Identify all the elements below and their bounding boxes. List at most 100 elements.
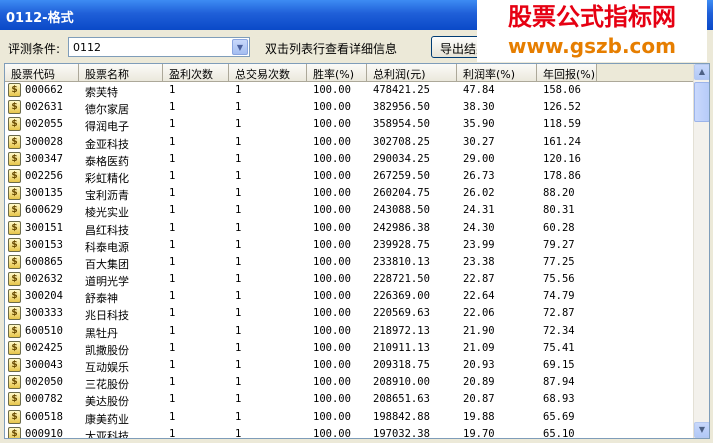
- cell-col-4: 100.00: [313, 255, 351, 268]
- column-header-5[interactable]: 总利润(元): [367, 64, 457, 81]
- table-row[interactable]: $002256 彩虹精化 1 1 100.00 267259.50 26.73 178.86: [5, 168, 695, 185]
- column-header-4[interactable]: 胜率(%): [307, 64, 367, 81]
- cell-col-0: 300153: [25, 238, 63, 251]
- table-row[interactable]: $300043 互动娱乐 1 1 100.00 209318.75 20.93 69.15: [5, 357, 695, 374]
- cell-col-7: 77.25: [543, 255, 575, 268]
- cell-col-1: 凯撒股份: [85, 343, 129, 357]
- chevron-down-icon[interactable]: ▼: [232, 39, 248, 55]
- table-row[interactable]: $000782 美达股份 1 1 100.00 208651.63 20.87 68.93: [5, 391, 695, 408]
- table-row[interactable]: $600510 黑牡丹 1 1 100.00 218972.13 21.90 72.34: [5, 323, 695, 340]
- cell-col-3: 1: [235, 324, 242, 337]
- table-row[interactable]: $002050 三花股份 1 1 100.00 208910.00 20.89 87.94: [5, 374, 695, 391]
- cell-col-7: 161.24: [543, 135, 581, 148]
- cell-col-0: 300151: [25, 221, 63, 234]
- cell-col-7: 79.27: [543, 238, 575, 251]
- results-table[interactable]: 股票代码 股票名称 盈利次数 总交易次数 胜率(%) 总利润(元) 利润率(%) 年回报(%)…: [4, 63, 710, 439]
- table-row[interactable]: $300347 泰格医药 1 1 100.00 290034.25 29.00 120.16: [5, 151, 695, 168]
- table-body: $000662 索芙特 1 1 100.00 478421.25 47.84 158.06 $0…: [5, 82, 695, 439]
- table-row[interactable]: $300204 舒泰神 1 1 100.00 226369.00 22.64 74.79: [5, 288, 695, 305]
- condition-label: 评测条件:: [8, 42, 61, 56]
- cell-col-2: 1: [169, 169, 176, 182]
- cell-col-2: 1: [169, 393, 176, 406]
- scroll-thumb[interactable]: [694, 82, 709, 122]
- column-header-6[interactable]: 利润率(%): [457, 64, 537, 81]
- dollar-icon: $: [8, 409, 21, 424]
- cell-col-3: 1: [235, 307, 242, 320]
- cell-col-5: 478421.25: [373, 84, 430, 96]
- table-row[interactable]: $300151 昌红科技 1 1 100.00 242986.38 24.30 60.28: [5, 220, 695, 237]
- cell-col-0: 300135: [25, 187, 63, 200]
- cell-col-5: 209318.75: [373, 359, 430, 371]
- cell-col-0: 000662: [25, 84, 63, 96]
- condition-select[interactable]: 0112 ▼: [68, 37, 250, 57]
- cell-col-1: 互动娱乐: [85, 361, 129, 374]
- table-row[interactable]: $600865 百大集团 1 1 100.00 233810.13 23.38 77.25: [5, 254, 695, 271]
- table-row[interactable]: $600629 棱光实业 1 1 100.00 243088.50 24.31 80.31: [5, 202, 695, 219]
- cell-col-0: 002055: [25, 118, 63, 131]
- cell-col-5: 242986.38: [373, 221, 430, 234]
- cell-col-6: 20.87: [463, 393, 495, 406]
- cell-col-6: 35.90: [463, 118, 495, 131]
- vertical-scrollbar[interactable]: ▲ ▼: [693, 64, 709, 438]
- table-row[interactable]: $002425 凯撒股份 1 1 100.00 210911.13 21.09 75.41: [5, 340, 695, 357]
- cell-col-1: 百大集团: [85, 257, 129, 271]
- cell-col-4: 100.00: [313, 290, 351, 303]
- cell-col-2: 1: [169, 273, 176, 286]
- cell-col-5: 302708.25: [373, 135, 430, 148]
- cell-col-1: 昌红科技: [85, 223, 129, 237]
- cell-col-1: 三花股份: [85, 378, 129, 392]
- table-row[interactable]: $600518 康美药业 1 1 100.00 198842.88 19.88 65.69: [5, 409, 695, 426]
- cell-col-5: 208910.00: [373, 376, 430, 389]
- dollar-icon: $: [8, 289, 21, 304]
- cell-col-6: 20.89: [463, 376, 495, 389]
- window-title: 0112-格式: [6, 11, 74, 26]
- cell-col-0: 002256: [25, 169, 63, 182]
- cell-col-5: 358954.50: [373, 118, 430, 131]
- table-row[interactable]: $002055 得润电子 1 1 100.00 358954.50 35.90 118.59: [5, 116, 695, 133]
- cell-col-3: 1: [235, 410, 242, 423]
- cell-col-2: 1: [169, 238, 176, 251]
- table-row[interactable]: $300333 兆日科技 1 1 100.00 220569.63 22.06 72.87: [5, 305, 695, 322]
- cell-col-6: 22.06: [463, 307, 495, 320]
- table-row[interactable]: $300153 科泰电源 1 1 100.00 239928.75 23.99 79.27: [5, 237, 695, 254]
- hint-text: 双击列表行查看详细信息: [265, 42, 398, 56]
- table-row[interactable]: $300135 宝利沥青 1 1 100.00 260204.75 26.02 88.20: [5, 185, 695, 202]
- cell-col-5: 267259.50: [373, 169, 430, 182]
- cell-col-4: 100.00: [313, 427, 351, 439]
- cell-col-1: 棱光实业: [85, 206, 129, 220]
- cell-col-5: 243088.50: [373, 204, 430, 217]
- column-header-0[interactable]: 股票代码: [5, 64, 79, 81]
- cell-col-3: 1: [235, 152, 242, 165]
- table-row[interactable]: $002631 德尔家居 1 1 100.00 382956.50 38.30 126.52: [5, 99, 695, 116]
- cell-col-0: 600865: [25, 255, 63, 268]
- cell-col-3: 1: [235, 341, 242, 354]
- scroll-down-icon[interactable]: ▼: [694, 422, 709, 438]
- cell-col-5: 210911.13: [373, 341, 430, 354]
- cell-col-5: 260204.75: [373, 187, 430, 200]
- cell-col-7: 74.79: [543, 290, 575, 303]
- dollar-icon: $: [8, 392, 21, 407]
- table-row[interactable]: $000662 索芙特 1 1 100.00 478421.25 47.84 158.06: [5, 82, 695, 99]
- column-header-1[interactable]: 股票名称: [79, 64, 163, 81]
- cell-col-7: 75.56: [543, 273, 575, 286]
- cell-col-6: 26.73: [463, 169, 495, 182]
- cell-col-7: 118.59: [543, 118, 581, 131]
- column-header-7[interactable]: 年回报(%): [537, 64, 597, 81]
- cell-col-7: 75.41: [543, 341, 575, 354]
- table-row[interactable]: $300028 金亚科技 1 1 100.00 302708.25 30.27 161.24: [5, 134, 695, 151]
- cell-col-3: 1: [235, 187, 242, 200]
- cell-col-7: 126.52: [543, 101, 581, 114]
- cell-col-1: 彩虹精化: [85, 171, 129, 185]
- cell-col-0: 002632: [25, 273, 63, 286]
- column-header-3[interactable]: 总交易次数: [229, 64, 307, 81]
- cell-col-4: 100.00: [313, 307, 351, 320]
- scroll-up-icon[interactable]: ▲: [694, 64, 709, 80]
- cell-col-6: 24.30: [463, 221, 495, 234]
- table-row[interactable]: $000910 大亚科技 1 1 100.00 197032.38 19.70 65.10: [5, 426, 695, 439]
- table-row[interactable]: $002632 道明光学 1 1 100.00 228721.50 22.87 75.56: [5, 271, 695, 288]
- cell-col-2: 1: [169, 84, 176, 96]
- column-header-2[interactable]: 盈利次数: [163, 64, 229, 81]
- cell-col-5: 228721.50: [373, 273, 430, 286]
- cell-col-1: 索芙特: [85, 86, 118, 99]
- cell-col-5: 218972.13: [373, 324, 430, 337]
